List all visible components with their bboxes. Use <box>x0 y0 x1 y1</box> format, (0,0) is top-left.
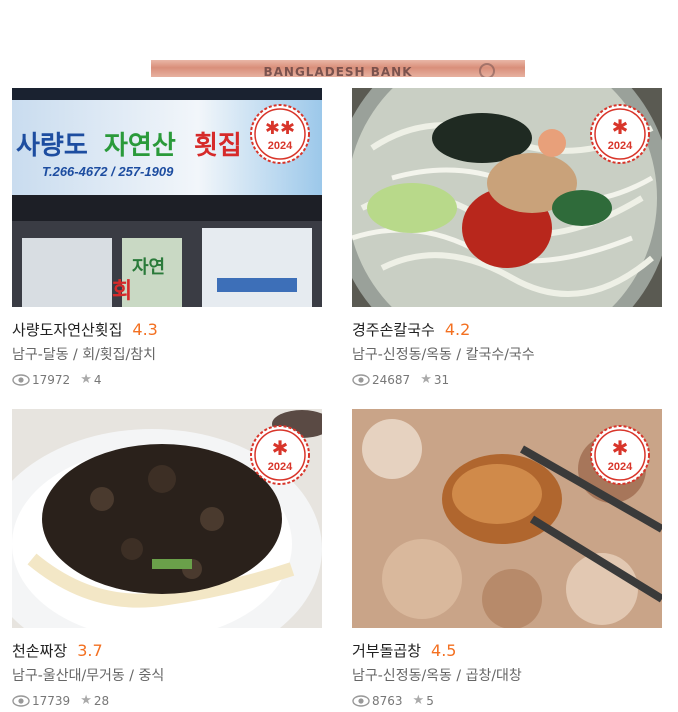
view-count: 8763 <box>372 693 403 708</box>
view-count: 17739 <box>32 693 71 708</box>
star-icon: ★ <box>412 693 425 708</box>
meta-separator: / <box>451 347 466 363</box>
meta-separator: / <box>451 668 466 684</box>
restaurant-location: 남구-신정동/옥동 <box>352 347 452 363</box>
svg-text:✱✱: ✱✱ <box>265 118 295 139</box>
restaurant-card[interactable]: 사량도 자연산 횟집 T.266-4672 / 257-1909 자연 회 ✱✱… <box>12 88 322 387</box>
award-badge: ✱ 2024 <box>590 104 650 164</box>
favorite-count: 31 <box>433 372 450 387</box>
restaurant-name[interactable]: 경주손칼국수 <box>352 319 435 340</box>
badge-year: 2024 <box>607 140 633 152</box>
restaurant-stats: 24687 ★ 31 <box>352 372 662 387</box>
svg-text:✱: ✱ <box>612 115 629 139</box>
favorite-count: 4 <box>93 372 102 387</box>
restaurant-name[interactable]: 사량도자연산횟집 <box>12 319 122 340</box>
eye-icon <box>12 373 30 386</box>
badge-seal-icon: ✱ <box>250 425 310 485</box>
view-count: 24687 <box>372 372 411 387</box>
restaurant-photo[interactable]: 사량도 자연산 횟집 T.266-4672 / 257-1909 자연 회 ✱✱… <box>12 88 322 307</box>
star-icon: ★ <box>80 372 92 387</box>
restaurant-category: 칼국수/국수 <box>465 347 535 363</box>
restaurant-card[interactable]: ✱ 2024 경주손칼국수 4.2 남구-신정동/옥동 / 칼국수/국수 246… <box>352 88 662 387</box>
svg-text:사량도: 사량도 <box>16 131 88 161</box>
badge-year: 2024 <box>267 461 293 473</box>
restaurant-location: 남구-신정동/옥동 <box>352 668 452 684</box>
restaurant-meta: 남구-신정동/옥동 / 곱창/대창 <box>352 665 662 685</box>
svg-text:✱: ✱ <box>272 436 289 460</box>
award-badge: ✱ 2024 <box>590 425 650 485</box>
restaurant-stats: 17972 ★ 4 <box>12 372 322 387</box>
restaurant-meta: 남구-울산대/무거동 / 중식 <box>12 665 322 685</box>
favorite-count: 5 <box>426 693 434 708</box>
restaurant-location: 남구-울산대/무거동 <box>12 668 125 684</box>
badge-year: 2024 <box>607 461 633 473</box>
eye-icon <box>352 694 370 707</box>
restaurant-card[interactable]: ✱ 2024 거부돌곱창 4.5 남구-신정동/옥동 / 곱창/대창 8763 … <box>352 409 662 708</box>
meta-separator: / <box>68 347 83 363</box>
restaurant-card[interactable]: ✱ 2024 천손짜장 3.7 남구-울산대/무거동 / 중식 17739 ★ … <box>12 409 322 708</box>
restaurant-rating: 3.7 <box>77 641 103 660</box>
bank-logo-icon <box>479 63 495 77</box>
banner-text: BANGLADESH BANK <box>263 65 413 77</box>
restaurant-photo[interactable]: ✱ 2024 <box>352 88 662 307</box>
favorite-count: 28 <box>93 693 110 708</box>
restaurant-location: 남구-달동 <box>12 347 69 363</box>
eye-icon <box>352 373 370 386</box>
svg-text:회: 회 <box>112 279 132 304</box>
award-badge: ✱ 2024 <box>250 425 310 485</box>
svg-text:횟집: 횟집 <box>194 131 242 161</box>
restaurant-category: 중식 <box>138 668 165 684</box>
restaurant-stats: 17739 ★ 28 <box>12 693 322 708</box>
restaurant-meta: 남구-신정동/옥동 / 칼국수/국수 <box>352 344 662 364</box>
eye-icon <box>12 694 30 707</box>
ad-banner[interactable]: BANGLADESH BANK <box>151 60 525 77</box>
svg-text:자연산: 자연산 <box>104 131 176 161</box>
badge-seal-icon: ✱ <box>590 425 650 485</box>
restaurant-photo[interactable]: ✱ 2024 <box>12 409 322 628</box>
restaurant-name[interactable]: 천손짜장 <box>12 640 67 661</box>
svg-text:✱: ✱ <box>612 436 629 460</box>
restaurant-meta: 남구-달동 / 회/횟집/참치 <box>12 344 322 364</box>
restaurant-rating: 4.5 <box>431 641 457 660</box>
restaurant-category: 곱창/대창 <box>465 668 522 684</box>
meta-separator: / <box>124 668 139 684</box>
badge-seal-icon: ✱ <box>590 104 650 164</box>
badge-seal-icon: ✱✱ <box>250 104 310 164</box>
svg-text:자연: 자연 <box>132 257 165 278</box>
badge-year: 2024 <box>267 140 293 152</box>
star-icon: ★ <box>420 372 432 387</box>
view-count: 17972 <box>32 372 71 387</box>
restaurant-name[interactable]: 거부돌곱창 <box>352 640 421 661</box>
restaurant-category: 회/횟집/참치 <box>82 347 157 363</box>
svg-text:T.266-4672 / 257-1909: T.266-4672 / 257-1909 <box>42 164 174 179</box>
restaurant-rating: 4.3 <box>132 320 158 339</box>
restaurant-stats: 8763 ★ 5 <box>352 693 662 708</box>
restaurant-photo[interactable]: ✱ 2024 <box>352 409 662 628</box>
restaurant-rating: 4.2 <box>444 320 471 339</box>
award-badge: ✱✱ 2024 <box>250 104 310 164</box>
star-icon: ★ <box>80 693 92 708</box>
